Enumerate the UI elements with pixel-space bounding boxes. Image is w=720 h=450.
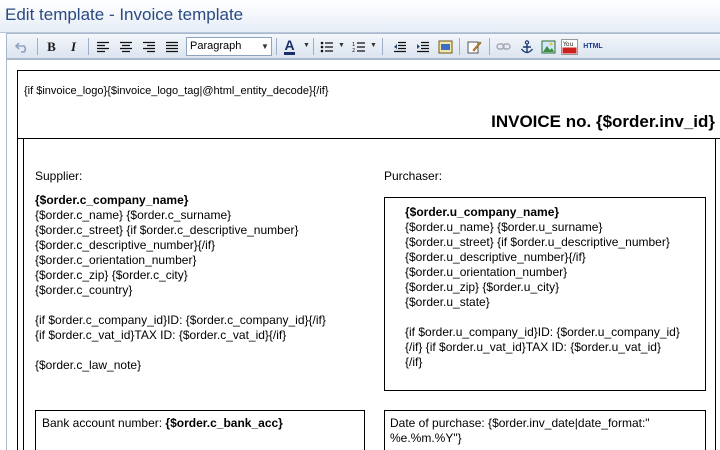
font-color-icon[interactable]: A <box>279 37 300 56</box>
toolbar-separator <box>459 38 460 55</box>
purchaser-line: {$order.u_orientation_number} <box>405 265 568 279</box>
supplier-id-line: {if $order.c_vat_id}TAX ID: {$order.c_va… <box>35 328 287 342</box>
bank-account-label: Bank account number: <box>42 416 163 430</box>
html-icon[interactable]: HTML <box>581 37 605 56</box>
purchaser-id-line: {/if} {if $order.u_vat_id}TAX ID: {$orde… <box>405 340 661 354</box>
toolbar-separator <box>37 38 38 55</box>
purchaser-company: {$order.u_company_name} <box>405 205 560 219</box>
purchaser-line: {$order.u_name} {$order.u_surname} <box>405 220 603 234</box>
purchaser-id-line: {if $order.u_company_id}ID: {$order.u_co… <box>405 325 680 339</box>
supplier-line: {$order.c_country} <box>35 283 133 297</box>
invoice-logo-line: {if $invoice_logo}{$invoice_logo_tag|@ht… <box>24 85 329 97</box>
chevron-down-icon[interactable]: ▼ <box>370 42 377 49</box>
window-title-bar: Edit template - Invoice template <box>0 0 720 33</box>
chevron-down-icon[interactable]: ▼ <box>303 42 310 49</box>
invoice-title: INVOICE no. {$order.inv_id} <box>491 112 715 131</box>
outdent-icon[interactable] <box>389 37 410 56</box>
font-color-label: A <box>284 36 295 55</box>
supplier-label: Supplier: <box>35 169 83 183</box>
purchaser-label: Purchaser: <box>384 169 443 183</box>
format-select[interactable]: Paragraph ▼ <box>186 37 272 56</box>
link-icon[interactable] <box>493 37 514 56</box>
purchaser-id-line: {/if} <box>405 355 423 369</box>
chevron-down-icon[interactable]: ▼ <box>338 42 345 49</box>
youtube-label: You <box>562 41 574 48</box>
bank-account-value: {$order.c_bank_acc} <box>165 416 283 430</box>
purchase-date-box: Date of purchase: {$order.inv_date|date_… <box>384 410 706 450</box>
toolbar-separator <box>276 38 277 55</box>
window-title: Edit template - Invoice template <box>5 5 244 24</box>
toolbar-separator <box>382 38 383 55</box>
supplier-line: {$order.c_orientation_number} <box>35 253 197 267</box>
italic-icon[interactable]: I <box>63 37 84 56</box>
toolbar-separator <box>88 38 89 55</box>
supplier-line: {$order.c_descriptive_number}{/if} <box>35 238 216 252</box>
bank-account-box: Bank account number: {$order.c_bank_acc} <box>35 410 365 450</box>
editor-toolbar: B I Paragraph ▼ A ▼ ▼ 12 ▼ You HTML <box>6 33 720 59</box>
supplier-id-line: {if $order.c_company_id}ID: {$order.c_co… <box>35 313 326 327</box>
supplier-line: {$order.c_name} {$order.c_surname} <box>35 208 232 222</box>
supplier-company: {$order.c_company_name} <box>35 193 189 207</box>
invoice-document: {if $invoice_logo}{$invoice_logo_tag|@ht… <box>17 70 720 450</box>
bullet-list-icon[interactable] <box>316 37 337 56</box>
purchaser-block: {$order.u_company_name} {$order.u_name} … <box>384 197 706 391</box>
purchaser-line: {$order.u_descriptive_number}{/if} <box>405 250 586 264</box>
format-select-value: Paragraph <box>190 40 242 52</box>
align-right-icon[interactable] <box>138 37 159 56</box>
align-left-icon[interactable] <box>92 37 113 56</box>
align-center-icon[interactable] <box>115 37 136 56</box>
toolbar-separator <box>489 38 490 55</box>
supplier-line: {$order.c_zip} {$order.c_city} <box>35 268 188 282</box>
supplier-law-note: {$order.c_law_note} <box>35 358 142 372</box>
numbered-list-icon[interactable]: 12 <box>348 37 369 56</box>
indent-icon[interactable] <box>412 37 433 56</box>
picture-icon[interactable] <box>538 37 559 56</box>
anchor-icon[interactable] <box>516 37 537 56</box>
undo-icon[interactable] <box>11 37 32 56</box>
supplier-line: {$order.c_street} {if $order.c_descripti… <box>35 223 299 237</box>
bold-icon[interactable]: B <box>41 37 62 56</box>
supplier-block: {$order.c_company_name} {$order.c_name} … <box>35 193 326 373</box>
purchaser-line: {$order.u_state} <box>405 295 490 309</box>
youtube-icon[interactable]: You <box>560 37 579 56</box>
toolbar-separator <box>313 38 314 55</box>
align-justify-icon[interactable] <box>161 37 182 56</box>
purchaser-line: {$order.u_street} {if $order.u_descripti… <box>405 235 670 249</box>
purchase-date-line: Date of purchase: {$order.inv_date|date_… <box>390 416 650 430</box>
chevron-down-icon: ▼ <box>261 42 269 51</box>
purchaser-line: {$order.u_zip} {$order.u_city} <box>405 280 560 294</box>
purchase-date-line: %e.%m.%Y"} <box>390 431 462 445</box>
edit-icon[interactable] <box>464 37 485 56</box>
image-icon[interactable] <box>435 37 456 56</box>
svg-text:2: 2 <box>352 48 355 53</box>
editor-content-area[interactable]: {if $invoice_logo}{$invoice_logo_tag|@ht… <box>6 59 720 450</box>
